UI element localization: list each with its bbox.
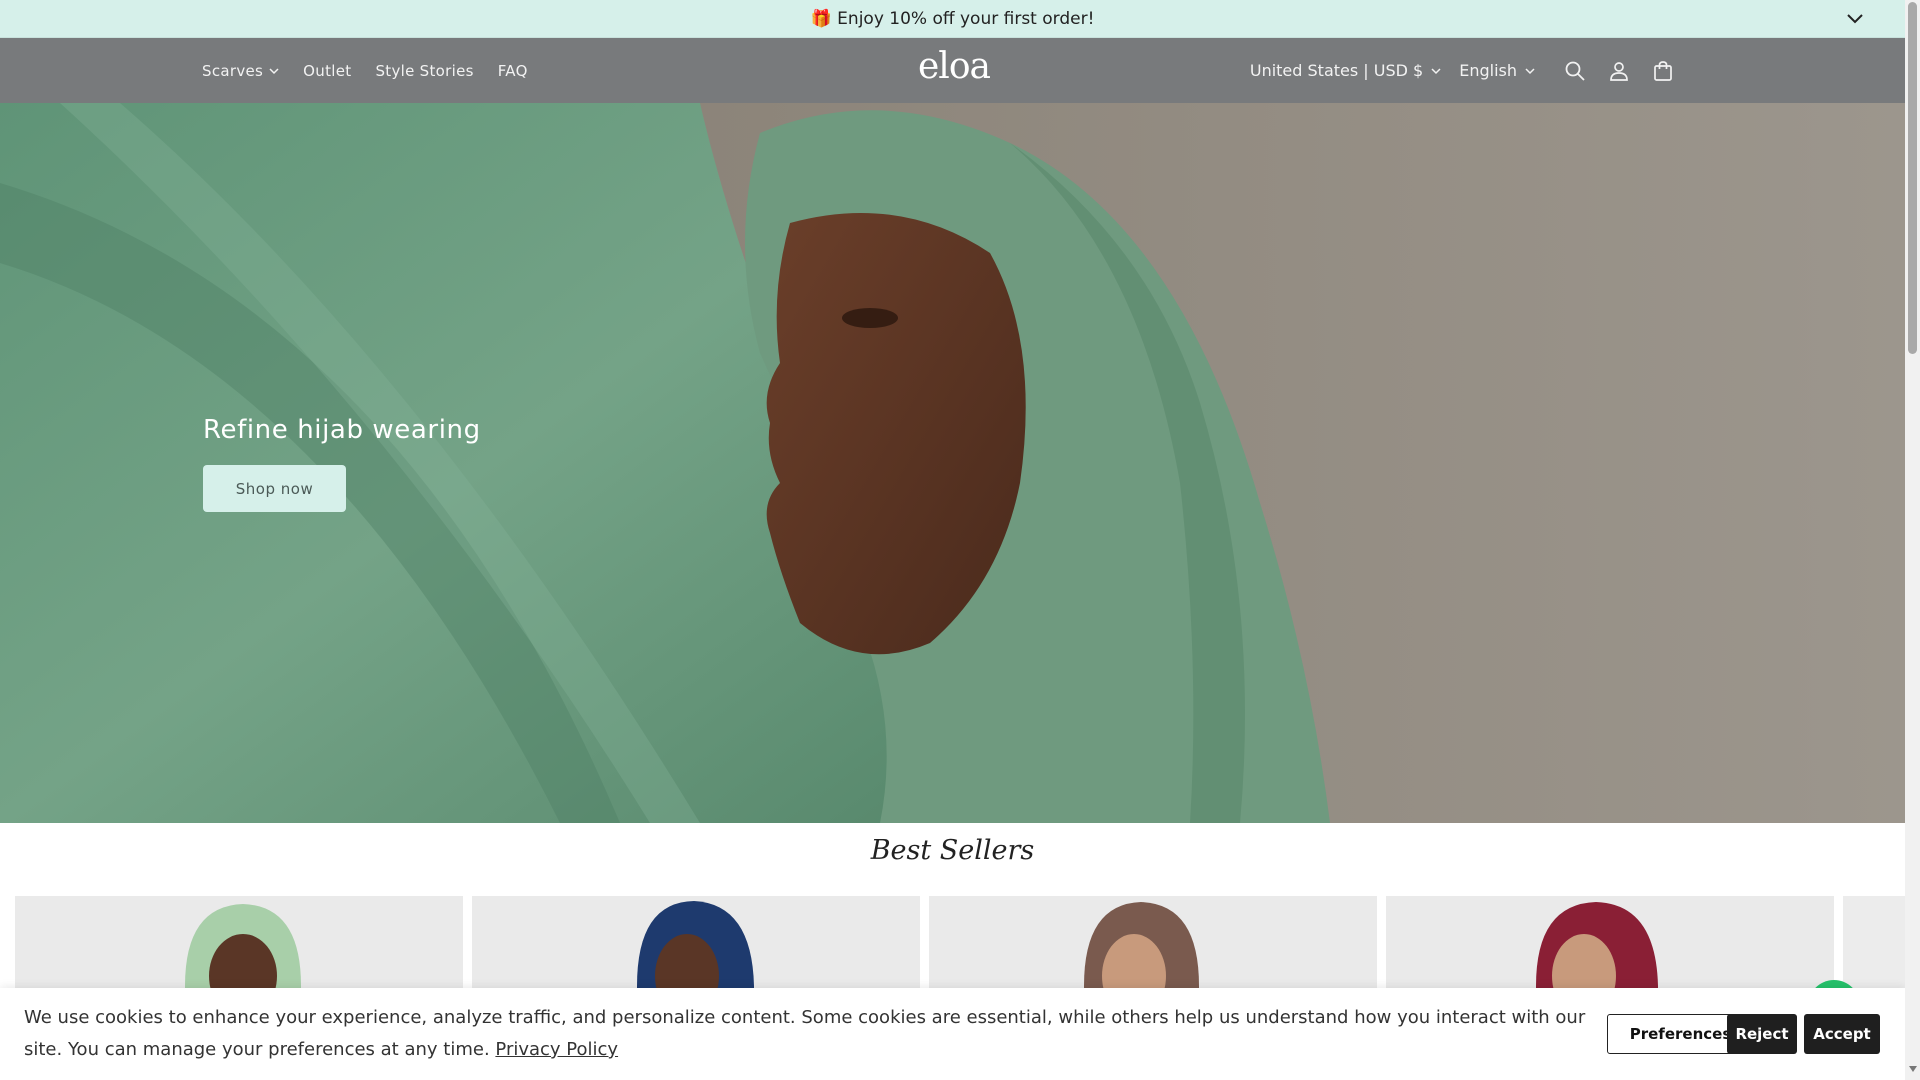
scrollbar-thumb[interactable] <box>1908 2 1917 354</box>
language-selector[interactable]: English <box>1459 61 1535 80</box>
site-header: Scarves Outlet Style Stories FAQ eloa Un… <box>0 38 1905 103</box>
search-icon <box>1565 61 1585 81</box>
scroll-down-arrow-icon[interactable] <box>1909 1066 1917 1072</box>
nav-outlet[interactable]: Outlet <box>303 62 351 80</box>
search-button[interactable] <box>1553 49 1597 93</box>
chevron-down-icon[interactable] <box>1845 9 1865 29</box>
nav-scarves[interactable]: Scarves <box>202 62 279 80</box>
hero-image <box>0 103 1905 823</box>
privacy-policy-link[interactable]: Privacy Policy <box>495 1039 618 1060</box>
main-nav: Scarves Outlet Style Stories FAQ <box>202 62 552 80</box>
cart-button[interactable] <box>1641 49 1685 93</box>
hero-banner: Refine hijab wearing Shop now <box>0 103 1905 823</box>
nav-style-stories[interactable]: Style Stories <box>375 62 473 80</box>
announcement-text: 🎁 Enjoy 10% off your first order! <box>810 8 1095 29</box>
site-logo[interactable]: eloa <box>918 46 991 87</box>
hero-title: Refine hijab wearing <box>203 415 481 445</box>
cookie-banner: We use cookies to enhance your experienc… <box>0 988 1905 1080</box>
chevron-down-icon <box>1431 67 1441 74</box>
cookie-text: We use cookies to enhance your experienc… <box>24 1007 1586 1060</box>
accept-button[interactable]: Accept <box>1804 1014 1880 1054</box>
cart-icon <box>1654 60 1672 81</box>
nav-faq[interactable]: FAQ <box>498 62 528 80</box>
best-sellers-title: Best Sellers <box>870 835 1035 866</box>
currency-selector[interactable]: United States | USD $ <box>1250 61 1441 80</box>
chevron-down-icon <box>1525 67 1535 74</box>
reject-button[interactable]: Reject <box>1727 1014 1797 1054</box>
chevron-down-icon <box>269 67 279 74</box>
shop-now-button[interactable]: Shop now <box>203 465 346 512</box>
account-button[interactable] <box>1597 49 1641 93</box>
announcement-bar: 🎁 Enjoy 10% off your first order! <box>0 0 1905 38</box>
header-utilities: United States | USD $ English <box>1250 49 1685 93</box>
account-icon <box>1610 61 1628 81</box>
